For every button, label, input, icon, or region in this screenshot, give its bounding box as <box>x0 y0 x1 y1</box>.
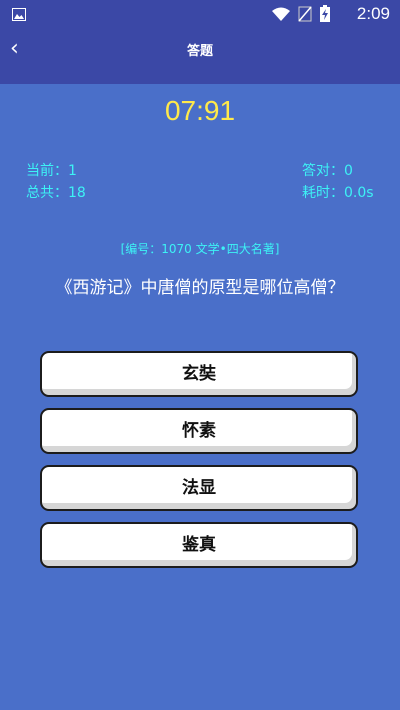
answer-option-1[interactable]: 玄奘 <box>40 351 358 397</box>
battery-charging-icon <box>320 5 330 26</box>
answer-option-label: 法显 <box>182 478 216 498</box>
answer-option-label: 鉴真 <box>182 535 216 555</box>
status-time: 2:09 <box>356 4 390 23</box>
app-bar: ‹ 答题 <box>0 28 400 84</box>
countdown-timer: 07:91 <box>164 95 236 126</box>
answer-option-3[interactable]: 法显 <box>40 465 358 511</box>
answer-option-2[interactable]: 怀素 <box>40 408 358 454</box>
answer-option-label: 怀素 <box>182 421 216 441</box>
time-used: 耗时：0.0s <box>302 185 374 201</box>
answer-option-4[interactable]: 鉴真 <box>40 522 358 568</box>
question-text: 《西游记》中唐僧的原型是哪位高僧？ <box>55 278 345 298</box>
no-signal-icon <box>298 6 312 26</box>
gallery-icon <box>12 6 26 25</box>
correct-count: 答对：0 <box>302 163 353 179</box>
wifi-icon <box>272 6 290 25</box>
answer-option-label: 玄奘 <box>182 364 216 384</box>
page-title: 答题 <box>186 44 213 59</box>
question-meta: [编号：1070 文学•四大名著] <box>120 242 280 256</box>
current-question-count: 当前：1 <box>26 163 77 179</box>
status-bar: 2:09 <box>0 0 400 28</box>
total-question-count: 总共：18 <box>26 185 86 201</box>
